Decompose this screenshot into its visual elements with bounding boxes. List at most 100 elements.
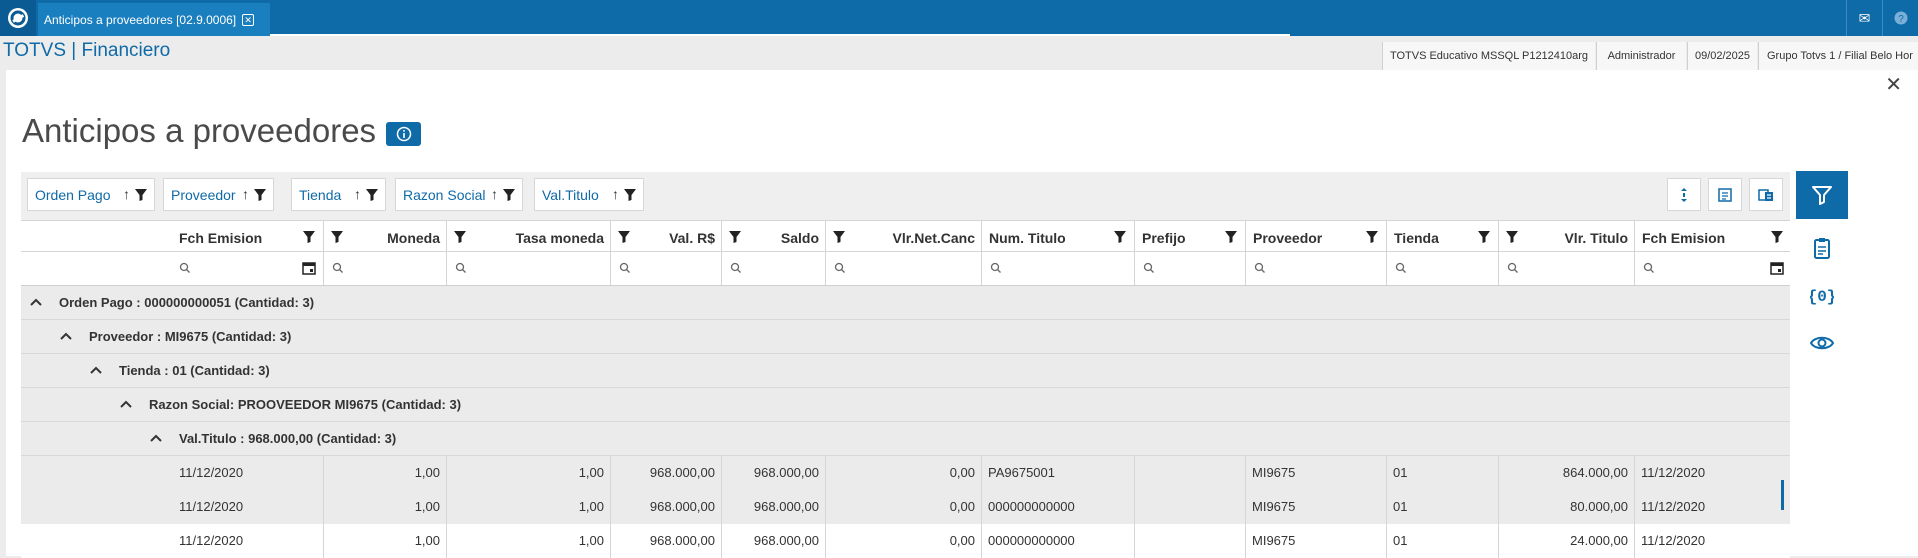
tab-close-icon[interactable]: ✕: [242, 13, 255, 26]
group-row-tienda[interactable]: Tienda : 01 (Cantidad: 3): [21, 354, 1790, 388]
sort-up-icon[interactable]: ↑: [242, 186, 249, 202]
filter-icon[interactable]: [1224, 230, 1238, 244]
group-row-orden-pago[interactable]: Orden Pago : 000000000051 (Cantidad: 3): [21, 286, 1790, 320]
braces-icon: {0}: [1810, 288, 1834, 305]
scrollbar-thumb[interactable]: [1781, 480, 1784, 510]
column-header-saldo[interactable]: Saldo: [721, 221, 825, 251]
filter-cell-moneda[interactable]: [323, 252, 446, 285]
filter-icon[interactable]: [453, 230, 467, 244]
column-header-row: Fch Emision Moneda Tasa moneda Val. R$ S…: [21, 220, 1790, 252]
chevron-up-icon[interactable]: [29, 297, 43, 307]
cell-prefijo: [1134, 524, 1245, 558]
filter-cell-val-rs[interactable]: [610, 252, 721, 285]
info-button[interactable]: [386, 122, 421, 146]
filter-icon[interactable]: [1770, 230, 1784, 244]
sidebar-filter-button[interactable]: [1796, 171, 1848, 219]
search-icon: [619, 262, 630, 273]
chevron-up-icon[interactable]: [59, 331, 73, 341]
filter-icon[interactable]: [1365, 230, 1379, 244]
filter-icon[interactable]: [1113, 230, 1127, 244]
sidebar-clipboard-button[interactable]: [1796, 228, 1848, 268]
column-header-proveedor[interactable]: Proveedor: [1245, 221, 1386, 251]
filter-cell-fch-emision[interactable]: [21, 252, 323, 285]
group-chip-proveedor[interactable]: Proveedor ↑: [163, 178, 274, 211]
filter-icon[interactable]: [832, 230, 846, 244]
filter-cell-proveedor[interactable]: [1245, 252, 1386, 285]
column-header-fch-emision[interactable]: Fch Emision: [21, 221, 323, 251]
filter-cell-num-titulo[interactable]: [981, 252, 1134, 285]
column-header-vlr-net-canc[interactable]: Vlr.Net.Canc: [825, 221, 981, 251]
column-header-tienda[interactable]: Tienda: [1386, 221, 1498, 251]
filter-icon[interactable]: [617, 230, 631, 244]
cell-num-titulo: PA9675001: [981, 456, 1134, 490]
filter-cell-tienda[interactable]: [1386, 252, 1498, 285]
group-chip-orden-pago[interactable]: Orden Pago ↑: [27, 178, 155, 211]
filter-icon[interactable]: [330, 230, 344, 244]
group-row-razon-social[interactable]: Razon Social: PROOVEEDOR MI9675 (Cantida…: [21, 388, 1790, 422]
sort-up-icon[interactable]: ↑: [123, 186, 130, 202]
column-header-tasa-moneda[interactable]: Tasa moneda: [446, 221, 610, 251]
help-icon[interactable]: ?: [1882, 0, 1918, 36]
chevron-up-icon[interactable]: [119, 399, 133, 409]
group-row-proveedor[interactable]: Proveedor : MI9675 (Cantidad: 3): [21, 320, 1790, 354]
cell-proveedor: MI9675: [1245, 456, 1386, 490]
filter-cell-vlr-net-canc[interactable]: [825, 252, 981, 285]
column-title: Moneda: [387, 230, 440, 246]
filter-icon[interactable]: [728, 230, 742, 244]
tab-anticipos[interactable]: Anticipos a proveedores [02.9.0006] ✕: [38, 3, 270, 36]
column-title: Num. Titulo: [989, 230, 1066, 246]
close-icon[interactable]: ✕: [1885, 72, 1902, 97]
column-header-fch-emision-2[interactable]: Fch Emision: [1634, 221, 1790, 251]
filter-cell-tasa-moneda[interactable]: [446, 252, 610, 285]
column-title: Fch Emision: [1642, 230, 1726, 246]
page-title: Anticipos a proveedores: [22, 112, 377, 149]
main-panel: ✕ Anticipos a proveedores Orden Pago ↑ P…: [6, 70, 1918, 558]
table-row[interactable]: 11/12/2020 1,00 1,00 968.000,00 968.000,…: [21, 490, 1790, 524]
chip-label: Tienda: [299, 186, 342, 203]
group-row-val-titulo[interactable]: Val.Titulo : 968.000,00 (Cantidad: 3): [21, 422, 1790, 456]
filter-cell-saldo[interactable]: [721, 252, 825, 285]
filter-icon: [254, 189, 266, 201]
search-icon: [179, 262, 190, 273]
column-header-val-rs[interactable]: Val. R$: [610, 221, 721, 251]
filter-icon[interactable]: [1505, 230, 1519, 244]
row-height-button[interactable]: [1667, 178, 1701, 211]
sort-up-icon[interactable]: ↑: [354, 186, 361, 202]
group-label: Tienda : 01 (Cantidad: 3): [119, 363, 270, 378]
filter-icon[interactable]: [1477, 230, 1491, 244]
group-label: Proveedor : MI9675 (Cantidad: 3): [89, 329, 292, 344]
export-button[interactable]: [1708, 178, 1742, 211]
sidebar-eye-button[interactable]: [1796, 323, 1848, 363]
filter-icon: [503, 189, 515, 201]
table-row[interactable]: 11/12/2020 1,00 1,00 968.000,00 968.000,…: [21, 456, 1790, 490]
filter-cell-fch-emision-2[interactable]: [1634, 252, 1790, 285]
group-label: Razon Social: PROOVEEDOR MI9675 (Cantida…: [149, 397, 462, 412]
column-header-num-titulo[interactable]: Num. Titulo: [981, 221, 1134, 251]
group-chip-val-titulo[interactable]: Val.Titulo ↑: [534, 178, 644, 211]
cell-prefijo: [1134, 456, 1245, 490]
mail-icon[interactable]: ✉: [1846, 0, 1882, 36]
column-header-moneda[interactable]: Moneda: [323, 221, 446, 251]
group-chip-tienda[interactable]: Tienda ↑: [291, 178, 386, 211]
sidebar-braces-button[interactable]: {0}: [1796, 275, 1848, 315]
filter-icon[interactable]: [302, 230, 316, 244]
calendar-icon[interactable]: [1770, 261, 1784, 275]
calendar-icon[interactable]: [302, 261, 316, 275]
column-header-prefijo[interactable]: Prefijo: [1134, 221, 1245, 251]
eye-icon: [1810, 336, 1834, 350]
table-row[interactable]: 11/12/2020 1,00 1,00 968.000,00 968.000,…: [21, 524, 1790, 558]
cell-tienda: 01: [1386, 524, 1498, 558]
chevron-up-icon[interactable]: [89, 365, 103, 375]
cell-saldo: 968.000,00: [721, 456, 825, 490]
sort-up-icon[interactable]: ↑: [612, 186, 619, 202]
column-header-vlr-titulo[interactable]: Vlr. Titulo: [1498, 221, 1634, 251]
sort-up-icon[interactable]: ↑: [491, 186, 498, 202]
columns-icon: [1758, 188, 1773, 201]
columns-button[interactable]: [1749, 178, 1783, 211]
group-chip-razon-social[interactable]: Razon Social ↑: [395, 178, 523, 211]
filter-cell-prefijo[interactable]: [1134, 252, 1245, 285]
cell-saldo: 968.000,00: [721, 524, 825, 558]
chevron-up-icon[interactable]: [149, 433, 163, 443]
totvs-logo-icon[interactable]: [0, 0, 36, 36]
filter-cell-vlr-titulo[interactable]: [1498, 252, 1634, 285]
